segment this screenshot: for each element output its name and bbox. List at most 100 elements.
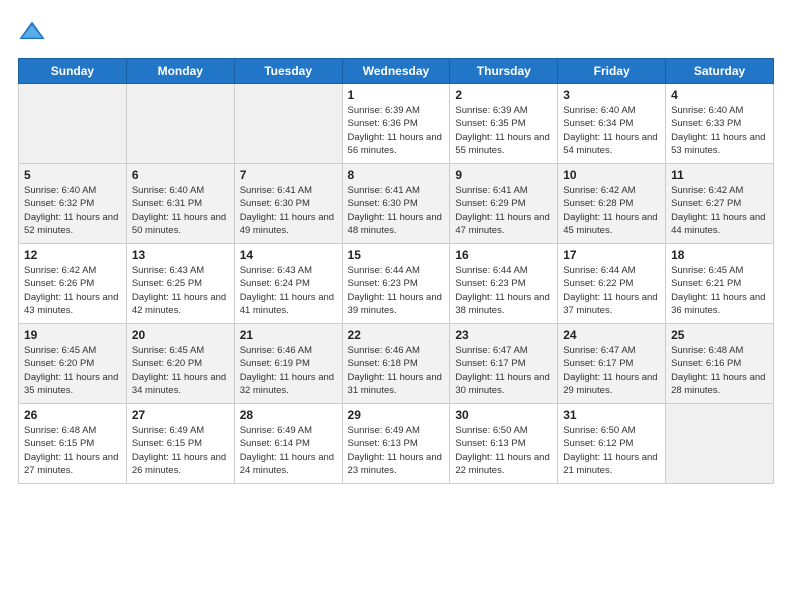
day-info: Sunrise: 6:44 AM Sunset: 6:23 PM Dayligh… bbox=[455, 264, 552, 317]
calendar-cell: 1Sunrise: 6:39 AM Sunset: 6:36 PM Daylig… bbox=[342, 84, 450, 164]
calendar-cell bbox=[666, 404, 774, 484]
calendar-cell: 19 Sunrise: 6:45 AM Sunset: 6:20 PM Dayli… bbox=[19, 324, 127, 404]
calendar-cell: 13 Sunrise: 6:43 AM Sunset: 6:25 PM Dayli… bbox=[126, 244, 234, 324]
day-info: Sunrise: 6:49 AM Sunset: 6:15 PM Dayligh… bbox=[132, 424, 229, 477]
calendar-cell: 24 Sunrise: 6:47 AM Sunset: 6:17 PM Dayli… bbox=[558, 324, 666, 404]
day-number: 12 bbox=[24, 248, 121, 262]
day-info: Sunrise: 6:41 AM Sunset: 6:30 PM Dayligh… bbox=[348, 184, 445, 237]
calendar-cell: 18 Sunrise: 6:45 AM Sunset: 6:21 PM Dayli… bbox=[666, 244, 774, 324]
day-header-row: SundayMondayTuesdayWednesdayThursdayFrid… bbox=[19, 59, 774, 84]
day-info: Sunrise: 6:40 AM Sunset: 6:31 PM Dayligh… bbox=[132, 184, 229, 237]
day-number: 21 bbox=[240, 328, 337, 342]
day-header-wednesday: Wednesday bbox=[342, 59, 450, 84]
day-number: 7 bbox=[240, 168, 337, 182]
calendar-table: SundayMondayTuesdayWednesdayThursdayFrid… bbox=[18, 58, 774, 484]
day-number: 14 bbox=[240, 248, 337, 262]
day-info: Sunrise: 6:50 AM Sunset: 6:12 PM Dayligh… bbox=[563, 424, 660, 477]
calendar-cell: 26 Sunrise: 6:48 AM Sunset: 6:15 PM Dayli… bbox=[19, 404, 127, 484]
calendar-cell: 16Sunrise: 6:44 AM Sunset: 6:23 PM Dayli… bbox=[450, 244, 558, 324]
day-number: 27 bbox=[132, 408, 229, 422]
day-number: 26 bbox=[24, 408, 121, 422]
day-number: 31 bbox=[563, 408, 660, 422]
day-info: Sunrise: 6:45 AM Sunset: 6:20 PM Dayligh… bbox=[24, 344, 121, 397]
day-number: 18 bbox=[671, 248, 768, 262]
calendar-cell: 22Sunrise: 6:46 AM Sunset: 6:18 PM Dayli… bbox=[342, 324, 450, 404]
week-row-4: 19 Sunrise: 6:45 AM Sunset: 6:20 PM Dayli… bbox=[19, 324, 774, 404]
calendar-cell: 8 Sunrise: 6:41 AM Sunset: 6:30 PM Daylig… bbox=[342, 164, 450, 244]
calendar-cell: 6Sunrise: 6:40 AM Sunset: 6:31 PM Daylig… bbox=[126, 164, 234, 244]
day-header-monday: Monday bbox=[126, 59, 234, 84]
calendar-cell bbox=[126, 84, 234, 164]
day-info: Sunrise: 6:48 AM Sunset: 6:15 PM Dayligh… bbox=[24, 424, 121, 477]
day-header-friday: Friday bbox=[558, 59, 666, 84]
week-row-2: 5 Sunrise: 6:40 AM Sunset: 6:32 PM Daylig… bbox=[19, 164, 774, 244]
day-number: 4 bbox=[671, 88, 768, 102]
day-info: Sunrise: 6:47 AM Sunset: 6:17 PM Dayligh… bbox=[455, 344, 552, 397]
day-number: 25 bbox=[671, 328, 768, 342]
calendar-cell: 31 Sunrise: 6:50 AM Sunset: 6:12 PM Dayli… bbox=[558, 404, 666, 484]
week-row-1: 1Sunrise: 6:39 AM Sunset: 6:36 PM Daylig… bbox=[19, 84, 774, 164]
day-info: Sunrise: 6:43 AM Sunset: 6:24 PM Dayligh… bbox=[240, 264, 337, 317]
calendar-cell: 9 Sunrise: 6:41 AM Sunset: 6:29 PM Daylig… bbox=[450, 164, 558, 244]
calendar-cell bbox=[19, 84, 127, 164]
calendar-cell: 11 Sunrise: 6:42 AM Sunset: 6:27 PM Dayli… bbox=[666, 164, 774, 244]
day-info: Sunrise: 6:43 AM Sunset: 6:25 PM Dayligh… bbox=[132, 264, 229, 317]
day-info: Sunrise: 6:45 AM Sunset: 6:21 PM Dayligh… bbox=[671, 264, 768, 317]
calendar-cell: 20 Sunrise: 6:45 AM Sunset: 6:20 PM Dayli… bbox=[126, 324, 234, 404]
day-number: 11 bbox=[671, 168, 768, 182]
day-info: Sunrise: 6:41 AM Sunset: 6:30 PM Dayligh… bbox=[240, 184, 337, 237]
day-info: Sunrise: 6:40 AM Sunset: 6:33 PM Dayligh… bbox=[671, 104, 768, 157]
day-info: Sunrise: 6:50 AM Sunset: 6:13 PM Dayligh… bbox=[455, 424, 552, 477]
day-number: 19 bbox=[24, 328, 121, 342]
calendar-cell: 21 Sunrise: 6:46 AM Sunset: 6:19 PM Dayli… bbox=[234, 324, 342, 404]
day-number: 20 bbox=[132, 328, 229, 342]
day-number: 8 bbox=[348, 168, 445, 182]
day-number: 15 bbox=[348, 248, 445, 262]
calendar-cell: 4 Sunrise: 6:40 AM Sunset: 6:33 PM Daylig… bbox=[666, 84, 774, 164]
day-number: 29 bbox=[348, 408, 445, 422]
day-info: Sunrise: 6:42 AM Sunset: 6:27 PM Dayligh… bbox=[671, 184, 768, 237]
header bbox=[18, 18, 774, 46]
logo bbox=[18, 18, 50, 46]
day-info: Sunrise: 6:39 AM Sunset: 6:36 PM Dayligh… bbox=[348, 104, 445, 157]
calendar-cell: 15Sunrise: 6:44 AM Sunset: 6:23 PM Dayli… bbox=[342, 244, 450, 324]
day-header-sunday: Sunday bbox=[19, 59, 127, 84]
day-info: Sunrise: 6:41 AM Sunset: 6:29 PM Dayligh… bbox=[455, 184, 552, 237]
calendar-cell: 5 Sunrise: 6:40 AM Sunset: 6:32 PM Daylig… bbox=[19, 164, 127, 244]
day-info: Sunrise: 6:46 AM Sunset: 6:19 PM Dayligh… bbox=[240, 344, 337, 397]
day-header-tuesday: Tuesday bbox=[234, 59, 342, 84]
calendar-cell: 10Sunrise: 6:42 AM Sunset: 6:28 PM Dayli… bbox=[558, 164, 666, 244]
calendar-cell: 3 Sunrise: 6:40 AM Sunset: 6:34 PM Daylig… bbox=[558, 84, 666, 164]
day-number: 3 bbox=[563, 88, 660, 102]
day-number: 5 bbox=[24, 168, 121, 182]
calendar-cell: 25Sunrise: 6:48 AM Sunset: 6:16 PM Dayli… bbox=[666, 324, 774, 404]
day-info: Sunrise: 6:40 AM Sunset: 6:34 PM Dayligh… bbox=[563, 104, 660, 157]
calendar-cell: 14 Sunrise: 6:43 AM Sunset: 6:24 PM Dayli… bbox=[234, 244, 342, 324]
calendar-cell: 17Sunrise: 6:44 AM Sunset: 6:22 PM Dayli… bbox=[558, 244, 666, 324]
day-info: Sunrise: 6:39 AM Sunset: 6:35 PM Dayligh… bbox=[455, 104, 552, 157]
day-number: 28 bbox=[240, 408, 337, 422]
day-info: Sunrise: 6:42 AM Sunset: 6:28 PM Dayligh… bbox=[563, 184, 660, 237]
calendar-cell: 30 Sunrise: 6:50 AM Sunset: 6:13 PM Dayli… bbox=[450, 404, 558, 484]
week-row-3: 12 Sunrise: 6:42 AM Sunset: 6:26 PM Dayli… bbox=[19, 244, 774, 324]
day-number: 30 bbox=[455, 408, 552, 422]
calendar-cell: 28Sunrise: 6:49 AM Sunset: 6:14 PM Dayli… bbox=[234, 404, 342, 484]
day-info: Sunrise: 6:45 AM Sunset: 6:20 PM Dayligh… bbox=[132, 344, 229, 397]
calendar-cell: 29 Sunrise: 6:49 AM Sunset: 6:13 PM Dayli… bbox=[342, 404, 450, 484]
day-number: 13 bbox=[132, 248, 229, 262]
day-info: Sunrise: 6:40 AM Sunset: 6:32 PM Dayligh… bbox=[24, 184, 121, 237]
day-info: Sunrise: 6:49 AM Sunset: 6:13 PM Dayligh… bbox=[348, 424, 445, 477]
day-number: 24 bbox=[563, 328, 660, 342]
calendar-cell: 7 Sunrise: 6:41 AM Sunset: 6:30 PM Daylig… bbox=[234, 164, 342, 244]
day-number: 17 bbox=[563, 248, 660, 262]
calendar-cell: 12 Sunrise: 6:42 AM Sunset: 6:26 PM Dayli… bbox=[19, 244, 127, 324]
day-number: 2 bbox=[455, 88, 552, 102]
day-info: Sunrise: 6:46 AM Sunset: 6:18 PM Dayligh… bbox=[348, 344, 445, 397]
day-info: Sunrise: 6:42 AM Sunset: 6:26 PM Dayligh… bbox=[24, 264, 121, 317]
page: SundayMondayTuesdayWednesdayThursdayFrid… bbox=[0, 0, 792, 612]
logo-icon bbox=[18, 18, 46, 46]
day-info: Sunrise: 6:47 AM Sunset: 6:17 PM Dayligh… bbox=[563, 344, 660, 397]
day-number: 9 bbox=[455, 168, 552, 182]
day-number: 23 bbox=[455, 328, 552, 342]
week-row-5: 26 Sunrise: 6:48 AM Sunset: 6:15 PM Dayli… bbox=[19, 404, 774, 484]
